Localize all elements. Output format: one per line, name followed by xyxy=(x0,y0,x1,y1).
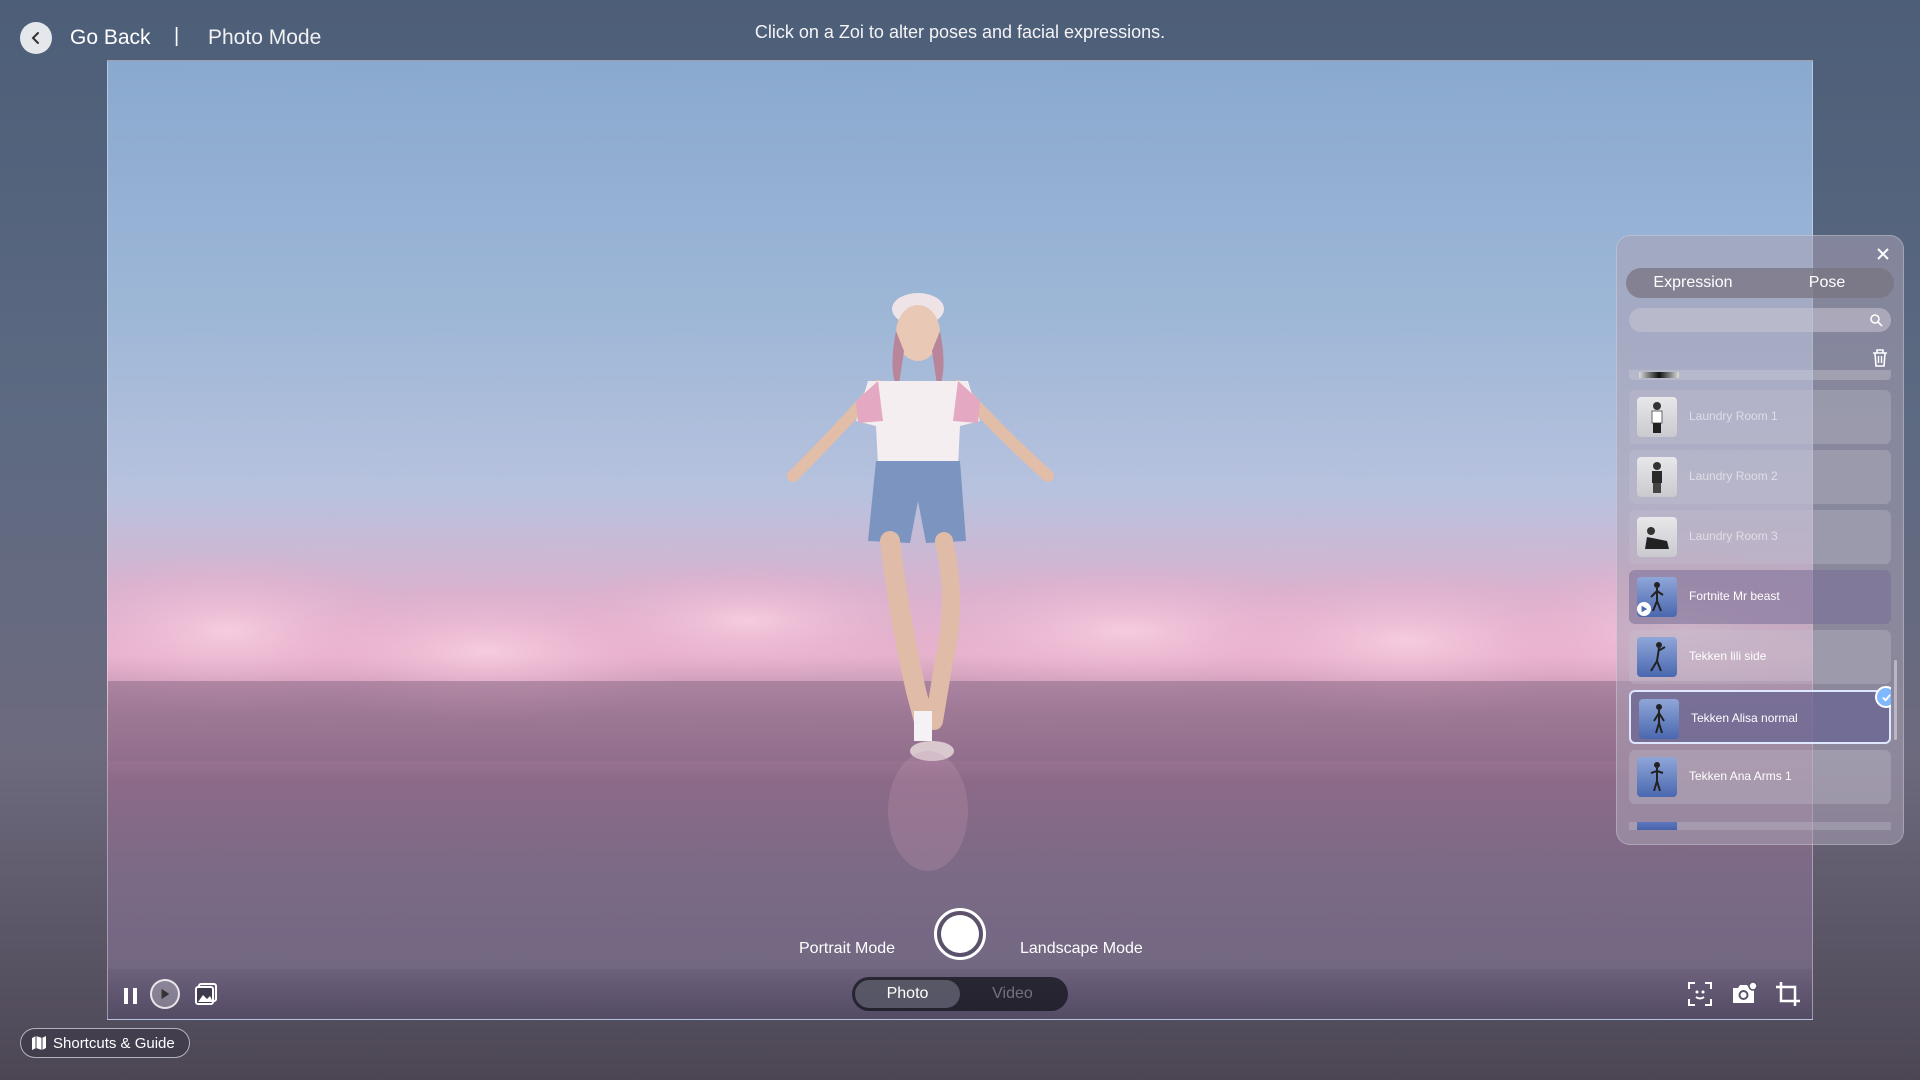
pose-label: Tekken Ana Arms 1 xyxy=(1689,769,1792,783)
close-icon[interactable] xyxy=(1873,244,1893,264)
pose-label: Tekken Alisa normal xyxy=(1691,711,1798,725)
check-icon xyxy=(1875,686,1891,708)
map-icon xyxy=(32,1036,46,1050)
pose-list: Laundry Room 1 Laundry Room 2 Laundry Ro… xyxy=(1629,370,1891,830)
list-item[interactable]: Laundry Room 2 xyxy=(1629,450,1891,504)
list-item-partial[interactable] xyxy=(1629,370,1891,380)
search-input[interactable] xyxy=(1629,308,1891,332)
pose-thumbnail xyxy=(1637,517,1677,557)
pose-thumbnail xyxy=(1637,397,1677,437)
shutter-inner xyxy=(941,915,979,953)
panel-tabs: Expression Pose xyxy=(1626,268,1894,298)
zoi-character[interactable] xyxy=(748,271,1088,891)
face-scan-icon[interactable] xyxy=(1686,980,1714,1008)
landscape-mode-button[interactable]: Landscape Mode xyxy=(1020,940,1143,958)
pose-thumbnail xyxy=(1637,457,1677,497)
pose-thumbnail xyxy=(1637,637,1677,677)
pose-label: Laundry Room 2 xyxy=(1689,469,1778,483)
video-tab[interactable]: Video xyxy=(960,980,1065,1008)
list-item[interactable]: Fortnite Mr beast xyxy=(1629,570,1891,624)
pose-label: Laundry Room 1 xyxy=(1689,409,1778,423)
photo-tab[interactable]: Photo xyxy=(855,980,960,1008)
list-item[interactable]: Tekken lili side xyxy=(1629,630,1891,684)
list-item-partial[interactable] xyxy=(1629,822,1891,830)
pause-icon[interactable] xyxy=(122,986,140,1006)
pose-thumbnail xyxy=(1637,757,1677,797)
gallery-icon[interactable] xyxy=(194,982,218,1006)
instruction-hint: Click on a Zoi to alter poses and facial… xyxy=(754,22,1166,42)
shutter-button[interactable] xyxy=(934,908,986,960)
tab-expression[interactable]: Expression xyxy=(1626,268,1760,298)
list-item-selected[interactable]: Tekken Alisa normal xyxy=(1629,686,1891,744)
shortcuts-guide-button[interactable]: Shortcuts & Guide xyxy=(20,1028,190,1058)
pose-label: Laundry Room 3 xyxy=(1689,529,1778,543)
play-badge-icon xyxy=(1637,602,1651,616)
play-icon xyxy=(161,988,170,1000)
camera-settings-icon[interactable] xyxy=(1730,980,1758,1008)
photo-viewport[interactable] xyxy=(107,60,1813,1020)
play-button[interactable] xyxy=(150,979,180,1009)
tab-pose[interactable]: Pose xyxy=(1760,268,1894,298)
list-item[interactable]: Laundry Room 1 xyxy=(1629,390,1891,444)
pose-search xyxy=(1629,308,1891,332)
list-item[interactable]: Laundry Room 3 xyxy=(1629,510,1891,564)
search-icon[interactable] xyxy=(1869,313,1883,327)
portrait-mode-button[interactable]: Portrait Mode xyxy=(799,940,895,958)
pose-label: Tekken lili side xyxy=(1689,649,1767,663)
top-bar: Go Back | Photo Mode Click on a Zoi to a… xyxy=(0,0,1920,60)
pose-thumbnail xyxy=(1639,699,1679,739)
trash-icon[interactable] xyxy=(1871,348,1889,368)
crop-icon[interactable] xyxy=(1774,980,1802,1008)
pose-panel: Expression Pose Laundry Room 1 Laundry R… xyxy=(1616,235,1904,845)
photo-video-toggle: Photo Video xyxy=(852,977,1068,1011)
shortcuts-label: Shortcuts & Guide xyxy=(53,1034,175,1052)
panel-scrollbar[interactable] xyxy=(1894,660,1897,740)
pose-label: Fortnite Mr beast xyxy=(1689,589,1780,603)
list-item[interactable]: Tekken Ana Arms 1 xyxy=(1629,750,1891,804)
